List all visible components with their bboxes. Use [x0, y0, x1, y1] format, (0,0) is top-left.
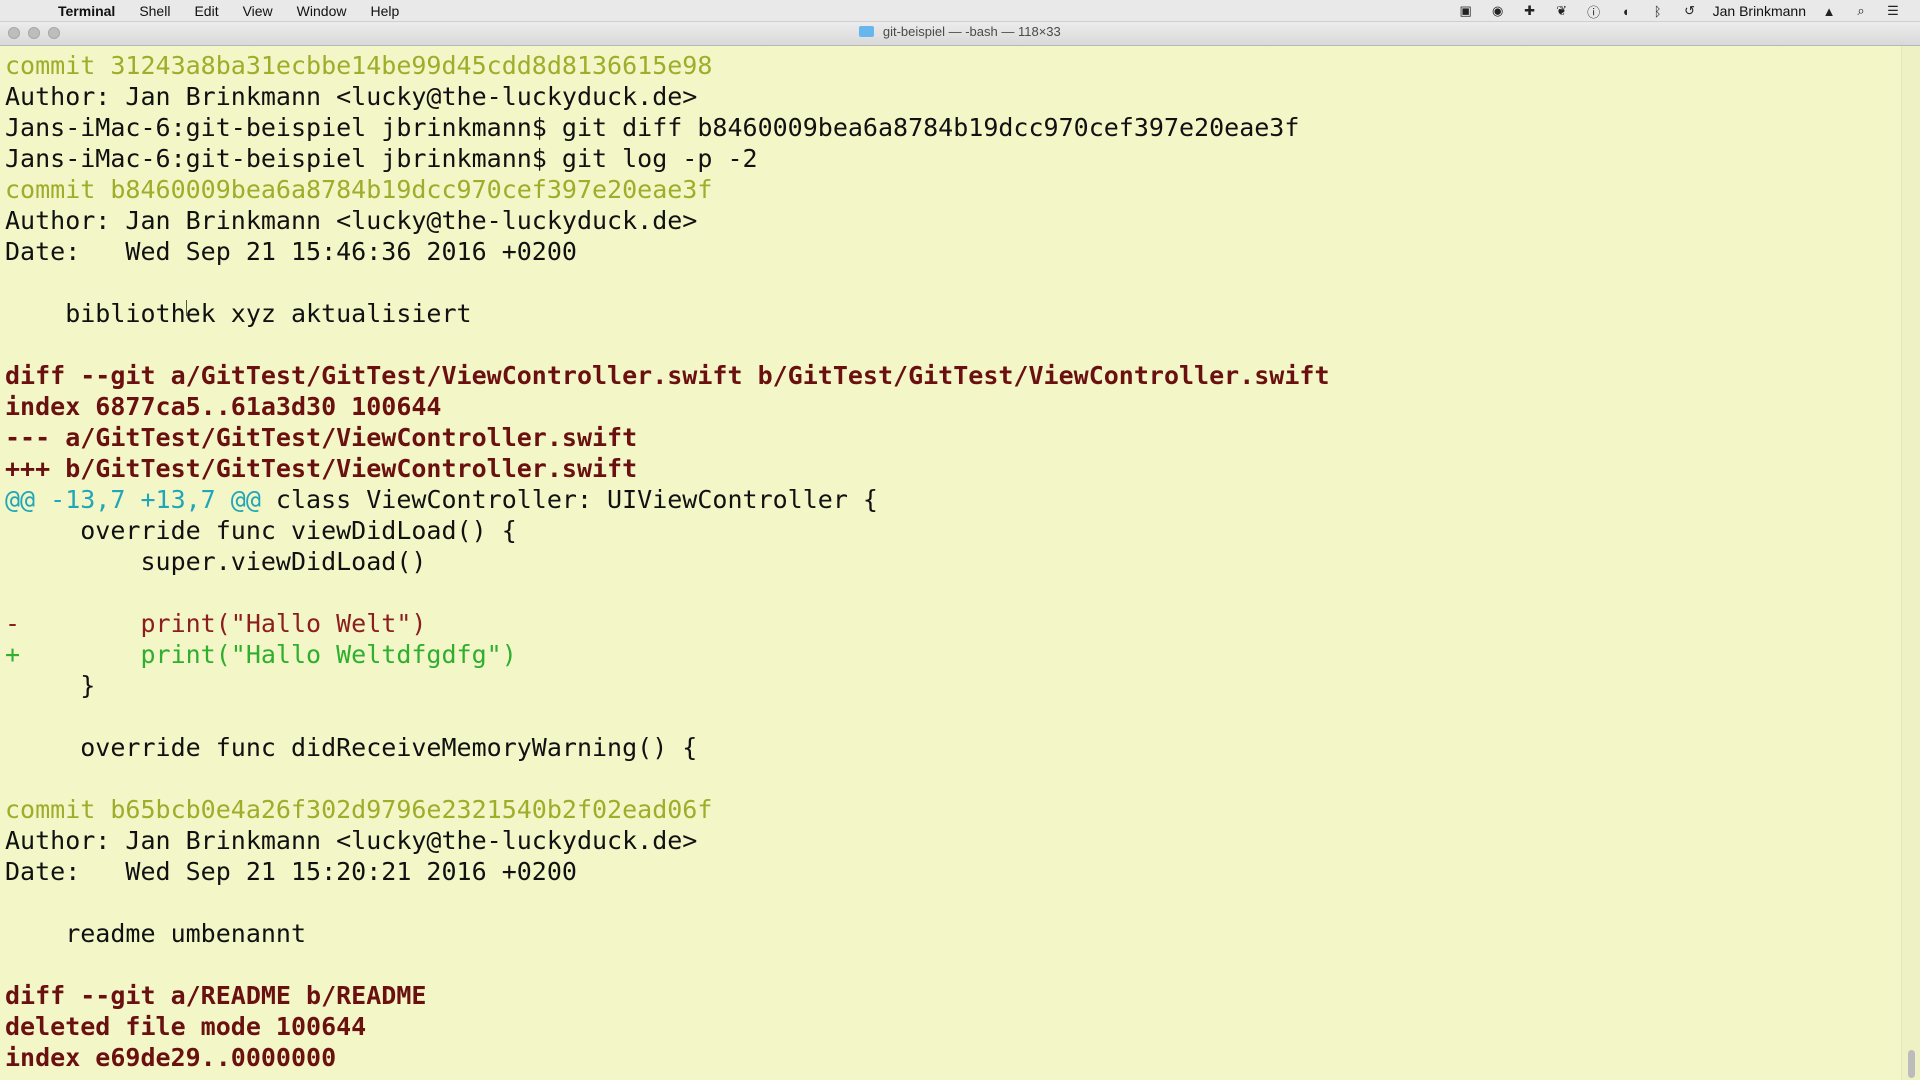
terminal-line: Author: Jan Brinkmann <lucky@the-luckydu… [5, 82, 698, 111]
scrollbar-thumb[interactable] [1908, 1050, 1915, 1078]
terminal-line: +++ b/GitTest/GitTest/ViewController.swi… [5, 454, 638, 483]
terminal-line: --- a/GitTest/GitTest/ViewController.swi… [5, 423, 638, 452]
terminal-output[interactable]: commit 31243a8ba31ecbbe14be99d45cdd8d813… [5, 50, 1885, 1073]
bluetooth-icon[interactable]: ᛒ [1649, 3, 1667, 19]
menu-help[interactable]: Help [370, 3, 399, 19]
text-cursor [186, 300, 189, 316]
leaf-icon[interactable]: ❦ [1553, 3, 1571, 19]
terminal-line: super.viewDidLoad() [5, 547, 427, 576]
volume-icon[interactable]: ◖ [1617, 3, 1635, 19]
notification-center-icon[interactable]: ☰ [1884, 3, 1902, 19]
lock-icon[interactable]: ▲ [1820, 3, 1838, 19]
terminal-line: Jans-iMac-6:git-beispiel jbrinkmann$ git… [5, 144, 758, 173]
menu-shell[interactable]: Shell [139, 3, 170, 19]
terminal-line: commit b8460009bea6a8784b19dcc970cef397e… [5, 175, 713, 204]
terminal-line: @@ -13,7 +13,7 @@ class ViewController: … [5, 484, 1885, 515]
app-status-icon[interactable]: ◉ [1489, 3, 1507, 19]
menu-bar: Terminal Shell Edit View Window Help ▣ ◉… [0, 0, 1920, 22]
terminal-line: } [5, 671, 96, 700]
terminal-content[interactable]: commit 31243a8ba31ecbbe14be99d45cdd8d813… [0, 46, 1920, 1080]
folder-icon [859, 26, 875, 37]
terminal-line: Date: Wed Sep 21 15:20:21 2016 +0200 [5, 857, 577, 886]
search-icon[interactable]: ⌕ [1852, 3, 1870, 19]
terminal-line: deleted file mode 100644 [5, 1012, 367, 1041]
terminal-line: Jans-iMac-6:git-beispiel jbrinkmann$ git… [5, 113, 1300, 142]
window-title: git-beispiel — -bash — 118×33 [0, 24, 1920, 39]
menu-window[interactable]: Window [297, 3, 347, 19]
menu-edit[interactable]: Edit [194, 3, 218, 19]
terminal-title-bar: git-beispiel — -bash — 118×33 [0, 22, 1920, 46]
terminal-line: readme umbenannt [5, 919, 307, 948]
screen-recording-icon[interactable]: ▣ [1457, 3, 1475, 19]
terminal-line-segment: class ViewController: UIViewController { [260, 485, 878, 514]
terminal-line: Author: Jan Brinkmann <lucky@the-luckydu… [5, 826, 698, 855]
terminal-line: override func didReceiveMemoryWarning() … [5, 733, 698, 762]
terminal-line: commit 31243a8ba31ecbbe14be99d45cdd8d813… [5, 51, 713, 80]
window-title-text: git-beispiel — -bash — 118×33 [882, 24, 1061, 39]
terminal-line: diff --git a/README b/README [5, 981, 427, 1010]
menu-view[interactable]: View [243, 3, 273, 19]
terminal-line: bibliothek xyz aktualisiert [5, 299, 472, 328]
terminal-line: commit b65bcb0e4a26f302d9796e2321540b2f0… [5, 795, 713, 824]
plus-icon[interactable]: ✚ [1521, 3, 1539, 19]
terminal-line: Date: Wed Sep 21 15:46:36 2016 +0200 [5, 237, 577, 266]
terminal-line: index e69de29..0000000 [5, 1043, 337, 1072]
status-menu-area: ▣ ◉ ✚ ❦ ⓘ ◖ ᛒ ↺ Jan Brinkmann ▲ ⌕ ☰ [1457, 0, 1902, 22]
time-machine-icon[interactable]: ↺ [1681, 3, 1699, 19]
terminal-line: diff --git a/GitTest/GitTest/ViewControl… [5, 361, 1330, 390]
terminal-line-segment: @@ -13,7 +13,7 @@ [5, 485, 261, 514]
terminal-line: index 6877ca5..61a3d30 100644 [5, 392, 442, 421]
user-name[interactable]: Jan Brinkmann [1713, 3, 1806, 19]
terminal-line: override func viewDidLoad() { [5, 516, 517, 545]
scrollbar[interactable] [1901, 46, 1920, 1080]
terminal-line: Author: Jan Brinkmann <lucky@the-luckydu… [5, 206, 698, 235]
terminal-line: - print("Hallo Welt") [5, 609, 427, 638]
terminal-line: + print("Hallo Weltdfgdfg") [5, 640, 517, 669]
info-icon[interactable]: ⓘ [1585, 3, 1603, 20]
menu-terminal[interactable]: Terminal [58, 3, 115, 19]
